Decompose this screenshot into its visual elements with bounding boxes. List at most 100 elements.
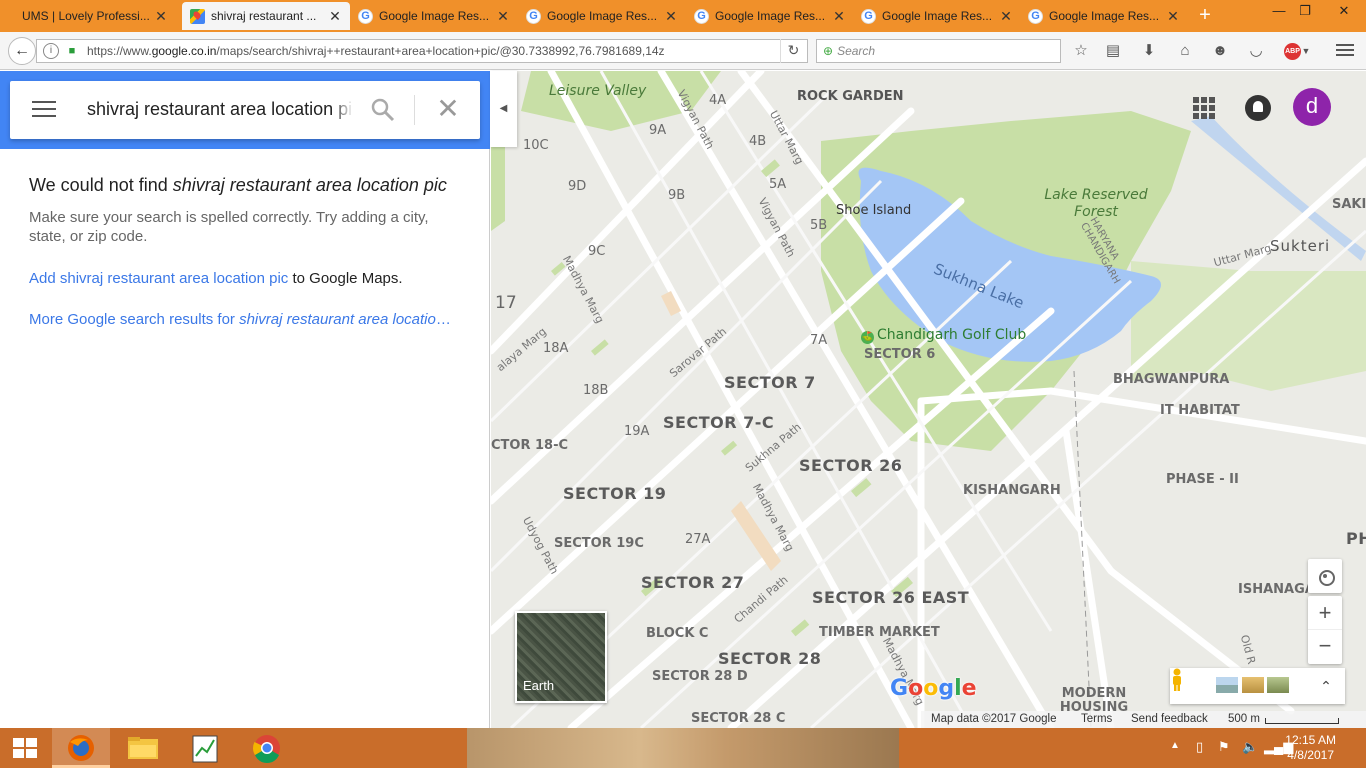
menu-icon[interactable]	[32, 101, 56, 119]
map-label: BLOCK C	[646, 626, 709, 641]
maps-search-input[interactable]: shivraj restaurant area location pic	[87, 99, 353, 120]
close-icon[interactable]: ✕	[662, 8, 680, 25]
map-layers-panel: ⌃	[1170, 668, 1345, 704]
chevron-up-icon[interactable]: ▲	[1170, 740, 1180, 751]
logo-letter: G	[890, 676, 909, 701]
map-label: SECTOR 7-C	[663, 413, 775, 432]
map-label: Leisure Valley	[549, 83, 647, 99]
close-icon[interactable]: ✕	[326, 8, 344, 25]
logo-letter: e	[961, 676, 977, 701]
address-bar[interactable]: i ■ https://www.google.co.in/maps/search…	[36, 39, 808, 63]
pocket-icon[interactable]: ◡	[1245, 41, 1267, 61]
tab-google-image-3[interactable]: G Google Image Res... ✕	[686, 2, 854, 30]
layer-thumbnail[interactable]	[1216, 677, 1238, 693]
map-label: IT HABITAT	[1160, 403, 1240, 418]
clock-time: 12:15 AM	[1285, 733, 1336, 747]
earth-view-toggle[interactable]: Earth	[515, 611, 607, 703]
close-icon[interactable]: ✕	[1164, 8, 1182, 25]
url-prefix: https://www.	[87, 44, 152, 58]
lock-icon: ■	[68, 45, 76, 57]
system-clock[interactable]: 12:15 AM 4/8/2017	[1285, 733, 1336, 763]
add-place-link[interactable]: Add shivraj restaurant area location pic	[29, 270, 288, 287]
zoom-out-button[interactable]: −	[1308, 630, 1342, 664]
tab-title: Google Image Res...	[882, 9, 993, 23]
home-icon[interactable]: ⌂	[1174, 41, 1196, 61]
more-search-results-link[interactable]: More Google search results for shivraj r…	[29, 311, 459, 328]
send-feedback-link[interactable]: Send feedback	[1131, 713, 1208, 725]
pegman-icon[interactable]	[1170, 668, 1184, 692]
taskbar-spreadsheet-app[interactable]	[176, 728, 234, 768]
emoji-icon[interactable]: ☻	[1209, 41, 1231, 61]
map-label: PHA	[1346, 529, 1366, 548]
not-found-prefix: We could not find	[29, 175, 173, 195]
apps-grid-icon[interactable]	[1193, 97, 1215, 119]
search-engine-icon: ⊕	[823, 44, 834, 58]
close-icon[interactable]: ✕	[830, 8, 848, 25]
layer-thumbnail[interactable]	[1267, 677, 1289, 693]
start-button[interactable]	[0, 728, 48, 768]
map-label: 27A	[685, 532, 711, 547]
taskbar-firefox[interactable]	[52, 728, 110, 768]
zoom-in-button[interactable]: +	[1308, 596, 1342, 630]
maximize-button[interactable]: ❐	[1290, 0, 1320, 22]
collapse-panel-button[interactable]: ◀	[490, 71, 517, 147]
download-icon[interactable]: ⬇	[1138, 41, 1160, 61]
avatar[interactable]: d	[1293, 88, 1331, 126]
bookmark-star-icon[interactable]: ☆	[1070, 41, 1092, 61]
my-location-button[interactable]	[1308, 559, 1342, 593]
maps-search-box[interactable]: shivraj restaurant area location pic ✕	[10, 81, 480, 139]
google-logo-text: Google	[890, 676, 977, 701]
tab-google-image-2[interactable]: G Google Image Res... ✕	[518, 2, 686, 30]
logo-letter: o	[908, 676, 924, 701]
browser-menu-button[interactable]	[1334, 41, 1356, 61]
google-icon: G	[1028, 8, 1043, 24]
earth-label: Earth	[523, 678, 555, 693]
map-label: SECTOR 27	[641, 573, 745, 592]
battery-icon[interactable]: ▯	[1196, 739, 1203, 755]
browser-search-field[interactable]: ⊕ Search	[816, 39, 1061, 63]
scale-bar	[1265, 718, 1339, 724]
flag-icon[interactable]: ⚑	[1218, 739, 1230, 755]
notifications-bell-icon[interactable]	[1245, 95, 1271, 121]
volume-icon[interactable]: 🔈	[1242, 739, 1258, 755]
adblock-plus-icon[interactable]: ABP	[1284, 43, 1301, 60]
reload-icon[interactable]: ↻	[780, 39, 806, 63]
taskbar-chrome[interactable]	[238, 728, 296, 768]
tab-google-maps[interactable]: shivraj restaurant ... ✕	[182, 2, 350, 30]
layer-thumbnail[interactable]	[1242, 677, 1264, 693]
url-path: /maps/search/shivraj++restaurant+area+lo…	[216, 44, 665, 58]
map-label: SECTOR 6	[864, 347, 936, 362]
new-tab-button[interactable]: +	[1194, 4, 1216, 26]
tab-google-image-1[interactable]: G Google Image Res... ✕	[350, 2, 518, 30]
info-icon[interactable]: i	[43, 43, 59, 59]
system-tray: ▲ ▯ ⚑ 🔈 ▂▄▆ 12:15 AM 4/8/2017	[1166, 728, 1366, 768]
reading-list-icon[interactable]: ▤	[1102, 41, 1124, 61]
tab-ums[interactable]: UMS | Lovely Professi... ✕	[8, 2, 176, 30]
map-label: SECTOR 7	[724, 373, 816, 392]
close-icon[interactable]: ✕	[152, 8, 170, 25]
terms-link[interactable]: Terms	[1081, 713, 1112, 725]
map-label: SECTOR 28	[718, 649, 822, 668]
map-label: 9D	[568, 179, 587, 194]
tab-google-image-5[interactable]: G Google Image Res... ✕	[1020, 2, 1188, 30]
map-label: PHASE - II	[1166, 472, 1239, 487]
golf-club-marker[interactable]: ⛳ Chandigarh Golf Club	[861, 327, 1026, 344]
clear-search-icon[interactable]: ✕	[435, 95, 461, 125]
tab-google-image-4[interactable]: G Google Image Res... ✕	[853, 2, 1021, 30]
map-label: SECTOR 19C	[554, 536, 644, 551]
map-label: 9A	[649, 123, 667, 138]
map-canvas[interactable]: Leisure Valley ROCK GARDEN Shoe Island L…	[491, 71, 1366, 728]
close-icon[interactable]: ✕	[997, 8, 1015, 25]
folder-icon	[128, 737, 158, 759]
search-icon[interactable]	[370, 97, 396, 123]
not-found-hint: Make sure your search is spelled correct…	[29, 209, 429, 245]
back-button[interactable]: ←	[8, 37, 36, 65]
window-close-button[interactable]: ✕	[1322, 0, 1366, 22]
chevron-up-icon[interactable]: ⌃	[1314, 672, 1338, 700]
map-label: CTOR 18-C	[491, 438, 569, 453]
close-icon[interactable]: ✕	[494, 8, 512, 25]
search-placeholder: Search	[837, 44, 876, 58]
windows-taskbar: ▲ ▯ ⚑ 🔈 ▂▄▆ 12:15 AM 4/8/2017	[0, 728, 1366, 768]
chevron-down-icon[interactable]: ▼	[1300, 41, 1312, 61]
taskbar-file-explorer[interactable]	[114, 728, 172, 768]
